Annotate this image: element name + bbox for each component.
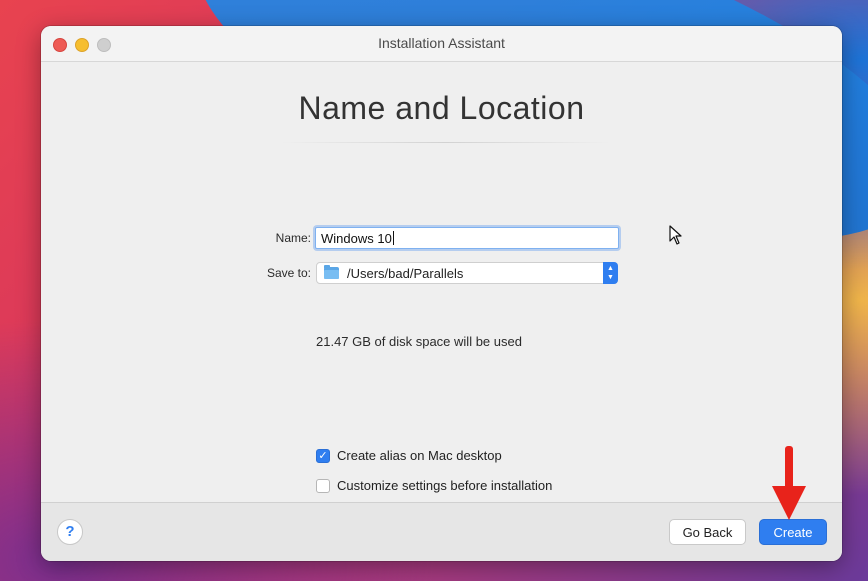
window-title: Installation Assistant [378,35,505,51]
customize-option[interactable]: Customize settings before installation [316,478,552,493]
name-field-value: Windows 10 [321,231,392,246]
name-label: Name: [275,231,311,245]
alias-option-label[interactable]: Create alias on Mac desktop [337,448,502,463]
disk-usage-text: 21.47 GB of disk space will be used [316,334,522,349]
customize-checkbox[interactable] [316,478,330,493]
installation-assistant-window: Installation Assistant Name and Location… [41,26,842,561]
create-button[interactable]: Create [759,519,827,545]
folder-icon [324,265,339,279]
chevron-up-down-icon[interactable]: ▲ ▼ [603,262,618,284]
go-back-button[interactable]: Go Back [669,519,746,545]
footer-bar: ? Go Back Create [41,502,842,561]
save-to-label: Save to: [266,266,311,280]
main-content: Name and Location Name: Windows 10 Save … [41,62,842,503]
title-divider [281,142,611,143]
save-location-value: /Users/bad/Parallels [347,266,464,281]
pointer-cursor-icon [669,225,682,245]
alias-checkbox[interactable]: ✓ [316,448,330,463]
red-arrow-icon [772,446,806,520]
text-caret [392,231,394,245]
name-field[interactable]: Windows 10 [315,227,619,249]
help-button[interactable]: ? [57,519,83,545]
alias-option[interactable]: ✓ Create alias on Mac desktop [316,448,502,463]
customize-option-label[interactable]: Customize settings before installation [337,478,552,493]
page-title: Name and Location [298,90,585,126]
save-location-select[interactable]: /Users/bad/Parallels ▲ ▼ [316,262,618,284]
title-bar: Installation Assistant [41,26,842,62]
